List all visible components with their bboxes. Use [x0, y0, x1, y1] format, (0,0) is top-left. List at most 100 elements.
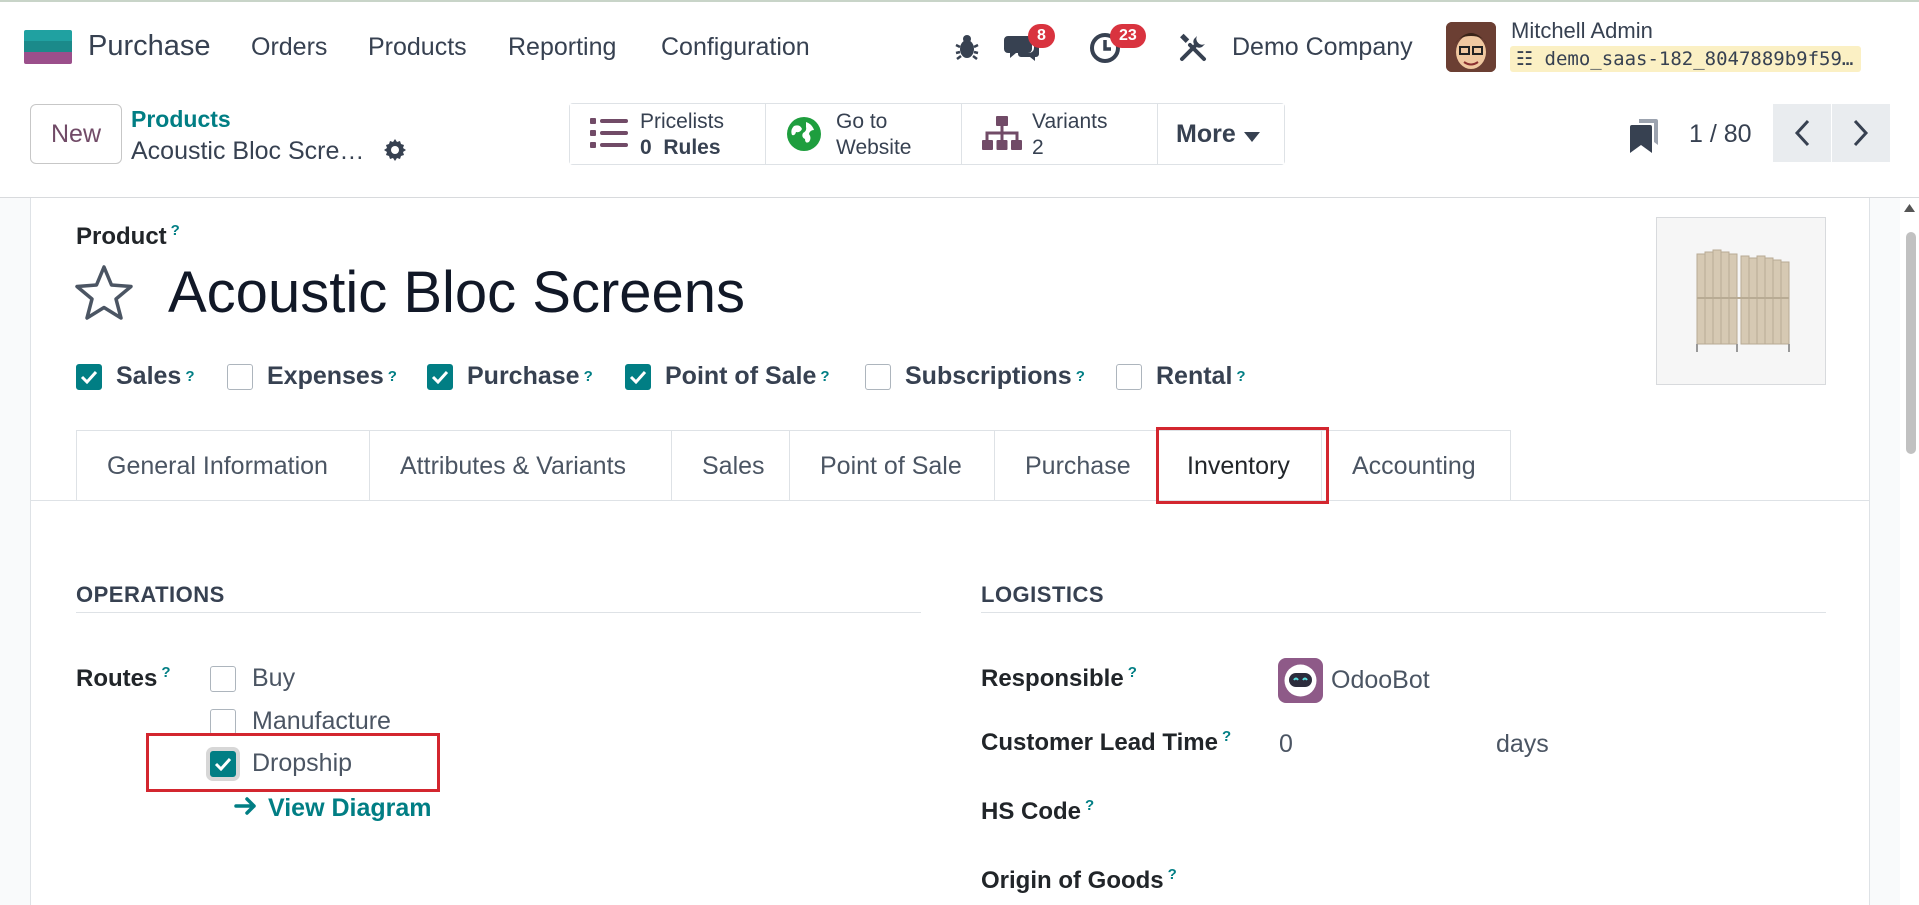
- smart-buttons-bar: Pricelists 0 Rules Go to Website Variant…: [569, 103, 1285, 165]
- checkbox-checked-icon[interactable]: [76, 363, 102, 390]
- help-tooltip-icon[interactable]: ?: [161, 664, 170, 681]
- can-be-sold-checkbox[interactable]: Sales?: [76, 362, 195, 391]
- responsible-value[interactable]: OdooBot: [1331, 666, 1430, 695]
- variants-label: Variants: [1032, 110, 1108, 133]
- tab-sales[interactable]: Sales: [671, 430, 790, 501]
- messages-count-badge: 8: [1028, 24, 1055, 48]
- checkbox-unchecked-icon[interactable]: [227, 363, 253, 390]
- pricelists-smart-button[interactable]: Pricelists 0 Rules: [570, 104, 766, 164]
- menu-configuration[interactable]: Configuration: [661, 33, 810, 62]
- checkbox-checked-icon[interactable]: [625, 363, 651, 390]
- settings-tools-icon[interactable]: [1178, 33, 1208, 68]
- chevron-left-icon: [1794, 119, 1810, 147]
- help-tooltip-icon[interactable]: ?: [1168, 866, 1177, 883]
- breadcrumb-products-link[interactable]: Products: [131, 106, 231, 133]
- route-buy-checkbox[interactable]: Buy: [210, 664, 295, 693]
- subscriptions-flag-label: Subscriptions: [905, 362, 1072, 390]
- tab-attributes-variants[interactable]: Attributes & Variants: [369, 430, 672, 501]
- more-label: More: [1176, 119, 1236, 148]
- menu-products[interactable]: Products: [368, 33, 467, 62]
- breadcrumb-current: Acoustic Bloc Scre…: [131, 137, 365, 165]
- globe-icon: [786, 116, 822, 157]
- product-name-title[interactable]: Acoustic Bloc Screens: [168, 259, 745, 326]
- checkbox-unchecked-icon[interactable]: [210, 665, 236, 692]
- scrollbar-thumb[interactable]: [1906, 232, 1916, 454]
- subscriptions-checkbox[interactable]: Subscriptions?: [865, 362, 1085, 391]
- app-name[interactable]: Purchase: [88, 30, 211, 63]
- pos-flag-label: Point of Sale: [665, 362, 817, 390]
- tab-accounting[interactable]: Accounting: [1321, 430, 1511, 501]
- help-tooltip-icon[interactable]: ?: [584, 368, 593, 385]
- variants-count: 2: [1032, 136, 1044, 159]
- pricelists-rules-label: Rules: [663, 136, 721, 159]
- tab-point-of-sale[interactable]: Point of Sale: [789, 430, 995, 501]
- help-tooltip-icon[interactable]: ?: [1222, 728, 1231, 745]
- help-tooltip-icon[interactable]: ?: [388, 368, 397, 385]
- caret-down-icon: [1243, 120, 1260, 149]
- dropship-route-highlight: [146, 733, 440, 792]
- purchase-flag-label: Purchase: [467, 362, 580, 390]
- help-tooltip-icon[interactable]: ?: [1085, 797, 1094, 814]
- help-tooltip-icon[interactable]: ?: [820, 368, 829, 385]
- rental-checkbox[interactable]: Rental?: [1116, 362, 1246, 391]
- checkbox-unchecked-icon[interactable]: [210, 708, 236, 735]
- go-to-label: Go to: [836, 110, 888, 133]
- more-dropdown-button[interactable]: More: [1158, 104, 1284, 164]
- can-be-purchased-checkbox[interactable]: Purchase?: [427, 362, 593, 391]
- company-switcher[interactable]: Demo Company: [1232, 33, 1413, 62]
- sales-flag-label: Sales: [116, 362, 182, 390]
- customer-lead-time-input[interactable]: 0: [1279, 730, 1293, 759]
- customer-lead-time-label: Customer Lead Time?: [981, 728, 1231, 757]
- checkbox-unchecked-icon[interactable]: [865, 363, 891, 390]
- help-tooltip-icon[interactable]: ?: [185, 368, 194, 385]
- hs-code-label-text: HS Code: [981, 798, 1082, 825]
- available-in-pos-checkbox[interactable]: Point of Sale?: [625, 362, 830, 391]
- pager-value[interactable]: 1 / 80: [1689, 120, 1752, 149]
- pager-previous-button[interactable]: [1773, 104, 1831, 162]
- go-to-website-smart-button[interactable]: Go to Website: [766, 104, 962, 164]
- help-tooltip-icon[interactable]: ?: [1236, 368, 1245, 385]
- new-button[interactable]: New: [30, 104, 122, 164]
- user-avatar[interactable]: [1446, 22, 1496, 72]
- product-field-label: Product?: [76, 222, 180, 251]
- help-tooltip-icon[interactable]: ?: [1128, 664, 1137, 681]
- gear-icon[interactable]: [383, 138, 407, 167]
- website-label: Website: [836, 136, 912, 159]
- checkbox-checked-icon[interactable]: [427, 363, 453, 390]
- product-image[interactable]: [1656, 217, 1826, 385]
- database-name: demo_saas-182_8047889b9f59…: [1544, 48, 1854, 70]
- can-be-expensed-checkbox[interactable]: Expenses?: [227, 362, 397, 391]
- debug-bug-icon[interactable]: [953, 33, 981, 66]
- variants-smart-button[interactable]: Variants 2: [962, 104, 1158, 164]
- menu-orders[interactable]: Orders: [251, 33, 327, 62]
- route-manufacture-label: Manufacture: [252, 707, 391, 735]
- logistics-divider: [981, 612, 1826, 613]
- sitemap-icon: [982, 116, 1022, 157]
- app-logo-icon[interactable]: [24, 30, 72, 64]
- origin-of-goods-label: Origin of Goods?: [981, 866, 1177, 895]
- odoobot-avatar: [1278, 658, 1323, 703]
- tab-purchase[interactable]: Purchase: [994, 430, 1157, 501]
- scroll-up-arrow-icon[interactable]: [1904, 204, 1915, 212]
- view-diagram-link[interactable]: View Diagram: [234, 794, 432, 823]
- favorite-star-icon[interactable]: [74, 264, 134, 327]
- pager-next-button[interactable]: [1832, 104, 1890, 162]
- route-buy-label: Buy: [252, 664, 296, 692]
- lead-time-label-text: Customer Lead Time: [981, 729, 1218, 756]
- checkbox-unchecked-icon[interactable]: [1116, 363, 1142, 390]
- top-navbar: Purchase Orders Products Reporting Confi…: [0, 0, 1919, 92]
- inventory-tab-highlight: [1156, 427, 1329, 504]
- database-icon: ☷: [1516, 48, 1534, 70]
- routes-label-text: Routes: [76, 665, 158, 692]
- pricelists-count: 0: [640, 136, 652, 159]
- bookmark-icon[interactable]: [1630, 119, 1660, 158]
- user-name[interactable]: Mitchell Admin: [1511, 18, 1653, 44]
- help-tooltip-icon[interactable]: ?: [171, 222, 180, 239]
- tab-general-information[interactable]: General Information: [76, 430, 370, 501]
- product-label-text: Product: [76, 223, 167, 250]
- menu-reporting[interactable]: Reporting: [508, 33, 616, 62]
- help-tooltip-icon[interactable]: ?: [1076, 368, 1085, 385]
- route-manufacture-checkbox[interactable]: Manufacture: [210, 707, 391, 736]
- rental-flag-label: Rental: [1156, 362, 1233, 390]
- tabs-divider: [31, 500, 1870, 501]
